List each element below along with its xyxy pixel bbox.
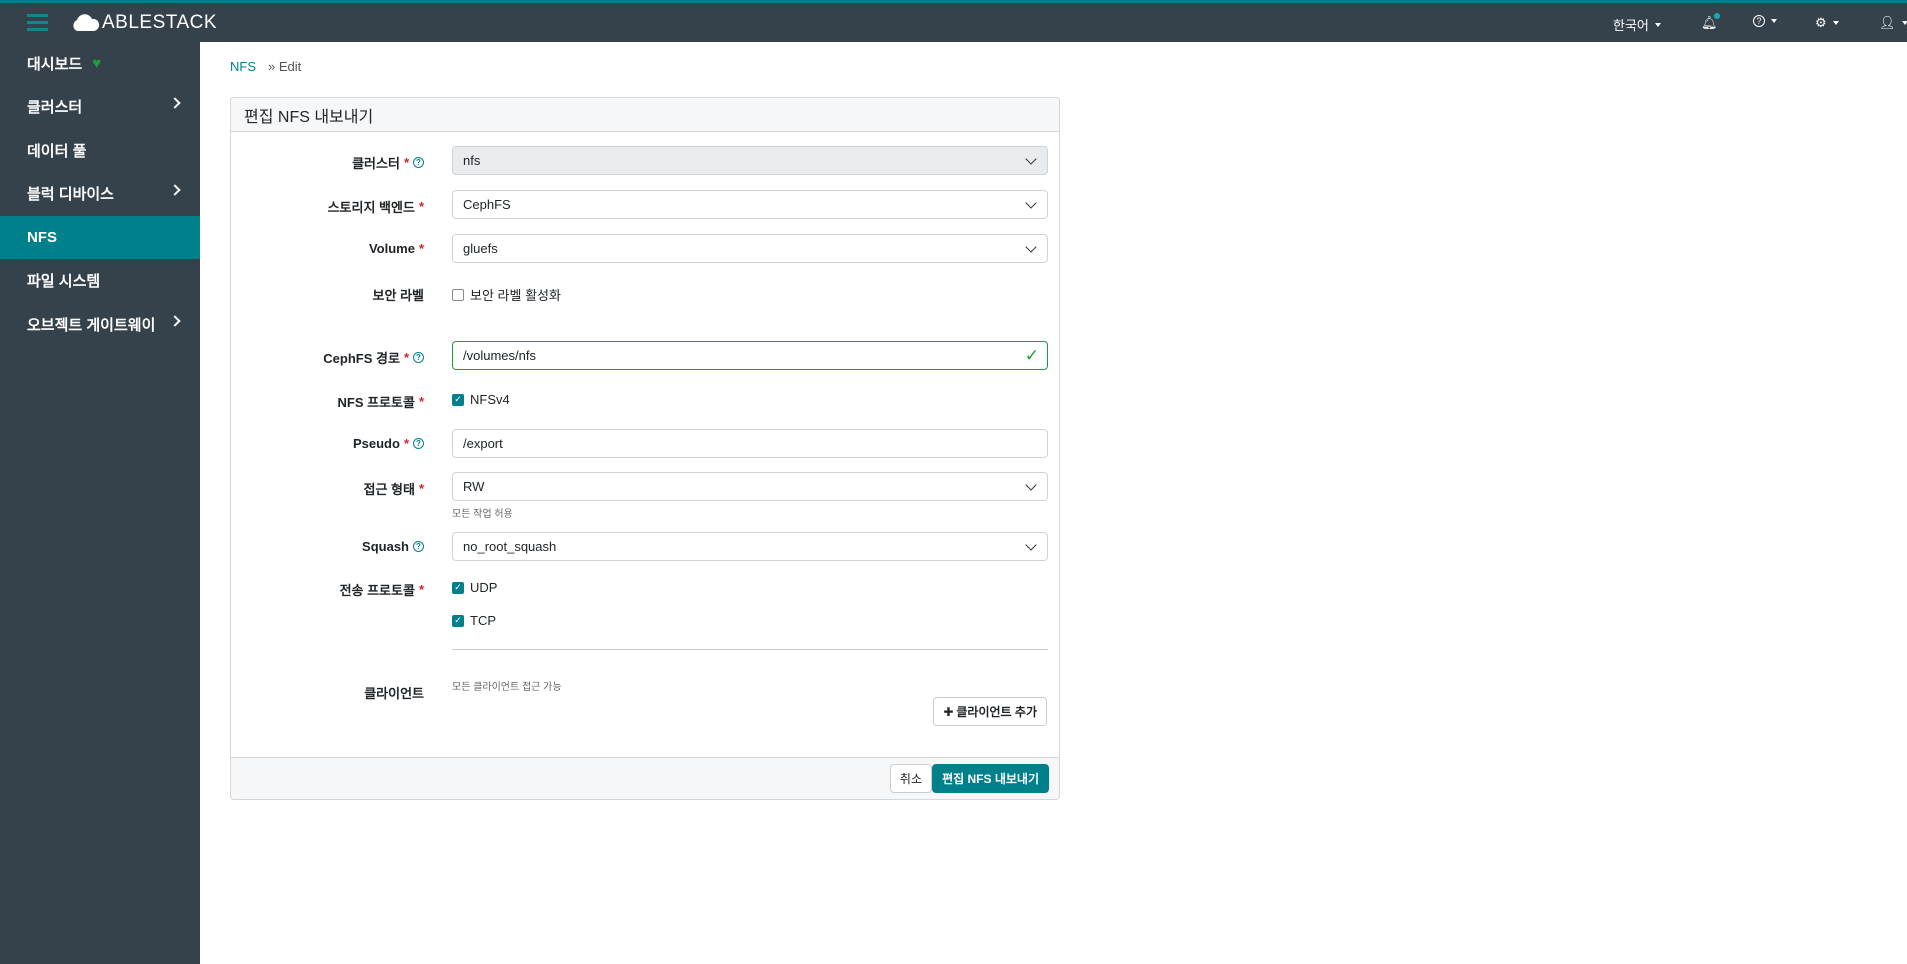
sidebar: 대시보드 ♥ 클러스터 데이터 풀 블럭 디바이스 NFS 파일 시스템 오브젝트… (0, 42, 200, 964)
user-dropdown[interactable]: 👤︎ (1879, 15, 1907, 31)
chevron-down-icon (1025, 153, 1037, 165)
sidebar-item-label: 대시보드 (27, 56, 83, 73)
divider (452, 649, 1048, 650)
checkbox-checked-icon[interactable]: ✓ (452, 393, 464, 406)
volume-label: Volume * (368, 241, 424, 256)
plus-icon: ✚ (943, 704, 954, 719)
submit-button[interactable]: 편집 NFS 내보내기 (932, 764, 1049, 793)
chevron-down-icon (1025, 197, 1037, 209)
top-navbar: ABLESTACK 한국어 🔔︎ ? ⚙ 👤︎ (0, 0, 1907, 42)
breadcrumb: NFS » Edit (230, 59, 301, 74)
bell-icon: 🔔︎ (1701, 13, 1720, 30)
user-icon: 👤︎ (1879, 15, 1896, 30)
cluster-select[interactable]: nfs (452, 146, 1048, 175)
sidebar-item-cluster[interactable]: 클러스터 (0, 85, 200, 128)
language-dropdown[interactable]: 한국어 (1613, 15, 1661, 34)
sidebar-item-label: 데이터 풀 (27, 143, 87, 160)
chevron-down-icon (1025, 539, 1037, 551)
udp-checkbox[interactable]: ✓ UDP (452, 580, 497, 595)
brand-name: ABLESTACK (102, 12, 218, 33)
help-dropdown[interactable]: ? (1753, 15, 1777, 27)
sidebar-item-label: NFS (27, 229, 57, 246)
sidebar-item-nfs[interactable]: NFS (0, 216, 200, 259)
sidebar-item-label: 파일 시스템 (27, 273, 101, 290)
path-label: CephFS 경로 *? (323, 348, 424, 367)
cancel-button[interactable]: 취소 (889, 764, 932, 793)
squash-select[interactable]: no_root_squash (452, 532, 1048, 561)
checkbox-checked-icon[interactable]: ✓ (452, 614, 464, 627)
help-icon[interactable]: ? (413, 541, 424, 552)
backend-label: 스토리지 백엔드 * (327, 199, 424, 215)
checkbox-checked-icon[interactable]: ✓ (452, 581, 464, 594)
security-label-checkbox[interactable]: 보안 라벨 활성화 (452, 285, 561, 304)
settings-dropdown[interactable]: ⚙ (1815, 15, 1839, 31)
pseudo-input[interactable]: /export (452, 429, 1048, 458)
menu-toggle-icon[interactable] (27, 14, 48, 31)
access-type-label: 접근 형태 * (363, 481, 424, 497)
access-type-hint: 모든 작업 허용 (452, 509, 513, 520)
sidebar-item-data-pool[interactable]: 데이터 풀 (0, 129, 200, 172)
access-type-select[interactable]: RW (452, 472, 1048, 501)
chevron-right-icon (169, 184, 181, 196)
pseudo-label: Pseudo *? (353, 436, 424, 451)
cloud-icon (73, 14, 100, 31)
storage-backend-select[interactable]: CephFS (452, 190, 1048, 219)
help-icon[interactable]: ? (413, 157, 424, 168)
sidebar-item-block-device[interactable]: 블럭 디바이스 (0, 172, 200, 215)
chevron-down-icon (1025, 479, 1037, 491)
gear-icon: ⚙ (1815, 15, 1827, 30)
add-client-button[interactable]: ✚ 클라이언트 추가 (933, 697, 1047, 726)
security-label-label: 보안 라벨 (372, 288, 424, 303)
squash-label: Squash? (362, 539, 424, 554)
check-icon: ✓ (1024, 346, 1039, 365)
breadcrumb-current: » Edit (268, 59, 302, 74)
nfsv4-checkbox[interactable]: ✓ NFSv4 (452, 392, 510, 407)
notifications-button[interactable]: 🔔︎ (1701, 13, 1720, 31)
chevron-right-icon (169, 97, 181, 109)
heartbeat-icon: ♥ (92, 55, 102, 72)
language-label: 한국어 (1613, 18, 1649, 33)
form-title: 편집 NFS 내보내기 (231, 98, 1059, 132)
sidebar-item-object-gateway[interactable]: 오브젝트 게이트웨이 (0, 303, 200, 346)
sidebar-item-dashboard[interactable]: 대시보드 ♥ (0, 42, 200, 85)
edit-nfs-export-form: 편집 NFS 내보내기 클러스터 *? nfs 스토리지 백엔드 * CephFS … (230, 97, 1060, 800)
sidebar-item-label: 클러스터 (27, 99, 83, 116)
help-icon[interactable]: ? (413, 352, 424, 363)
help-icon[interactable]: ? (413, 438, 424, 449)
sidebar-item-label: 블럭 디바이스 (27, 186, 114, 203)
sidebar-item-file-system[interactable]: 파일 시스템 (0, 259, 200, 302)
chevron-down-icon (1025, 241, 1037, 253)
form-footer: 취소 편집 NFS 내보내기 (231, 757, 1059, 799)
clients-label: 클라이언트 (364, 686, 424, 701)
chevron-right-icon (169, 315, 181, 327)
cephfs-path-input[interactable]: /volumes/nfs ✓ (452, 341, 1048, 370)
transport-label: 전송 프로토콜 * (339, 582, 424, 598)
brand-logo[interactable]: ABLESTACK (70, 12, 217, 34)
checkbox[interactable] (452, 288, 464, 301)
help-icon: ? (1753, 15, 1765, 27)
cluster-label: 클러스터 *? (352, 153, 424, 172)
sidebar-item-label: 오브젝트 게이트웨이 (27, 317, 156, 334)
clients-hint: 모든 클라이언트 접근 가능 (452, 682, 562, 693)
nfs-protocol-label: NFS 프로토콜 * (337, 394, 424, 410)
tcp-checkbox[interactable]: ✓ TCP (452, 613, 496, 628)
volume-select[interactable]: gluefs (452, 234, 1048, 263)
breadcrumb-nfs-link[interactable]: NFS (230, 59, 256, 74)
